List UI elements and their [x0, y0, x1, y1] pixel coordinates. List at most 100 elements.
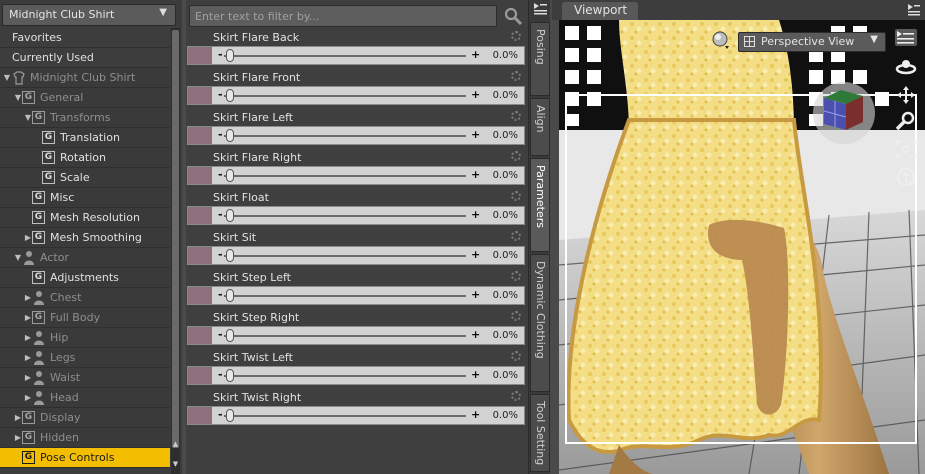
tab-align[interactable]: Align	[530, 98, 550, 156]
tree-item-mesh-smoothing[interactable]: ▶ G Mesh Smoothing	[0, 228, 170, 248]
decrement-button[interactable]: -	[218, 87, 223, 103]
increment-button[interactable]: +	[471, 47, 480, 63]
parameter-value[interactable]: 0.0%	[493, 247, 518, 264]
parameter-value[interactable]: 0.0%	[493, 87, 518, 104]
parameter-value[interactable]: 0.0%	[493, 167, 518, 184]
search-icon[interactable]	[502, 5, 524, 27]
scene-menu-button[interactable]	[893, 26, 919, 48]
tree-item-mesh-resolution[interactable]: G Mesh Resolution	[0, 208, 170, 228]
tree-item-hip[interactable]: ▶ Hip	[0, 328, 170, 348]
parameter-slider[interactable]: - +0.0%	[187, 206, 525, 225]
parameter-slider[interactable]: - +0.0%	[187, 86, 525, 105]
tree-item-scale[interactable]: G Scale	[0, 168, 170, 188]
parameter-value[interactable]: 0.0%	[493, 207, 518, 224]
tree-item-chest[interactable]: ▶ Chest	[0, 288, 170, 308]
parameter-slider[interactable]: - +0.0%	[187, 166, 525, 185]
gear-icon[interactable]	[511, 351, 521, 361]
tab-parameters[interactable]: Parameters	[530, 158, 550, 252]
gear-icon[interactable]	[511, 271, 521, 281]
slider-handle[interactable]	[226, 49, 234, 62]
tab-tool-setting[interactable]: Tool Setting	[530, 394, 550, 472]
gear-icon[interactable]	[511, 111, 521, 121]
tree-item-root[interactable]: ▼ Midnight Club Shirt	[0, 68, 170, 88]
tree-item-favorites[interactable]: Favorites	[0, 28, 170, 48]
slider-track[interactable]	[224, 295, 466, 297]
tree-item-hidden[interactable]: ▶ G Hidden	[0, 428, 170, 448]
gear-icon[interactable]	[511, 231, 521, 241]
3d-viewport[interactable]: Perspective View ▼	[559, 20, 925, 474]
parameter-slider[interactable]: - +0.0%	[187, 326, 525, 345]
viewport-menu-icon[interactable]	[907, 3, 921, 17]
slider-handle[interactable]	[226, 209, 234, 222]
decrement-button[interactable]: -	[218, 47, 223, 63]
increment-button[interactable]: +	[471, 127, 480, 143]
parameter-slider[interactable]: - +0.0%	[187, 286, 525, 305]
scroll-up-icon[interactable]: ▲	[171, 440, 180, 448]
parameter-value[interactable]: 0.0%	[493, 47, 518, 64]
tree-item-adjustments[interactable]: G Adjustments	[0, 268, 170, 288]
slider-handle[interactable]	[226, 289, 234, 302]
slider-track[interactable]	[224, 175, 466, 177]
gear-icon[interactable]	[511, 71, 521, 81]
scroll-down-icon[interactable]: ▼	[171, 460, 180, 468]
increment-button[interactable]: +	[471, 207, 480, 223]
slider-track[interactable]	[224, 255, 466, 257]
tree-item-transforms[interactable]: ▼ G Transforms	[0, 108, 170, 128]
filter-input[interactable]	[189, 5, 497, 27]
parameter-slider[interactable]: - +0.0%	[187, 126, 525, 145]
tree-item-misc[interactable]: G Misc	[0, 188, 170, 208]
increment-button[interactable]: +	[471, 247, 480, 263]
slider-handle[interactable]	[226, 89, 234, 102]
increment-button[interactable]: +	[471, 327, 480, 343]
slider-handle[interactable]	[226, 129, 234, 142]
tree-item-pose-controls[interactable]: G Pose Controls	[0, 448, 170, 468]
tree-item-currently-used[interactable]: Currently Used	[0, 48, 170, 68]
slider-track[interactable]	[224, 55, 466, 57]
decrement-button[interactable]: -	[218, 207, 223, 223]
gear-icon[interactable]	[511, 31, 521, 41]
tree-item-display[interactable]: ▶ G Display	[0, 408, 170, 428]
decrement-button[interactable]: -	[218, 287, 223, 303]
render-sphere-icon[interactable]	[711, 30, 731, 50]
orbit-button[interactable]	[893, 56, 919, 78]
expand-arrow-icon[interactable]: ▼	[2, 68, 12, 88]
view-cube[interactable]	[811, 80, 877, 146]
parameter-value[interactable]: 0.0%	[493, 327, 518, 344]
increment-button[interactable]: +	[471, 407, 480, 423]
slider-track[interactable]	[224, 335, 466, 337]
parameter-slider[interactable]: - +0.0%	[187, 406, 525, 425]
tree-item-full-body[interactable]: ▶ G Full Body	[0, 308, 170, 328]
slider-track[interactable]	[224, 135, 466, 137]
decrement-button[interactable]: -	[218, 167, 223, 183]
camera-select-dropdown[interactable]: Perspective View ▼	[738, 32, 886, 52]
slider-handle[interactable]	[226, 249, 234, 262]
parameter-value[interactable]: 0.0%	[493, 407, 518, 424]
pane-menu-icon[interactable]	[532, 2, 548, 16]
tree-item-legs[interactable]: ▶ Legs	[0, 348, 170, 368]
parameter-slider[interactable]: - +0.0%	[187, 46, 525, 65]
decrement-button[interactable]: -	[218, 407, 223, 423]
tree-item-general[interactable]: ▼ G General	[0, 88, 170, 108]
gear-icon[interactable]	[511, 391, 521, 401]
slider-track[interactable]	[224, 415, 466, 417]
decrement-button[interactable]: -	[218, 367, 223, 383]
parameter-slider[interactable]: - +0.0%	[187, 246, 525, 265]
tree-item-translation[interactable]: G Translation	[0, 128, 170, 148]
tree-scrollbar[interactable]: ▲ ▼	[171, 28, 180, 474]
zoom-button[interactable]	[893, 110, 919, 132]
increment-button[interactable]: +	[471, 87, 480, 103]
tree-item-head[interactable]: ▶ Head	[0, 388, 170, 408]
slider-track[interactable]	[224, 95, 466, 97]
gear-icon[interactable]	[511, 191, 521, 201]
increment-button[interactable]: +	[471, 287, 480, 303]
parameter-value[interactable]: 0.0%	[493, 127, 518, 144]
node-selector-dropdown[interactable]: Midnight Club Shirt ▼	[2, 4, 176, 26]
pan-button[interactable]	[893, 84, 919, 106]
parameter-value[interactable]: 0.0%	[493, 287, 518, 304]
gear-icon[interactable]	[511, 151, 521, 161]
slider-track[interactable]	[224, 215, 466, 217]
slider-handle[interactable]	[226, 369, 234, 382]
decrement-button[interactable]: -	[218, 247, 223, 263]
parameter-value[interactable]: 0.0%	[493, 367, 518, 384]
tab-dynamic-clothing[interactable]: Dynamic Clothing	[530, 254, 550, 392]
